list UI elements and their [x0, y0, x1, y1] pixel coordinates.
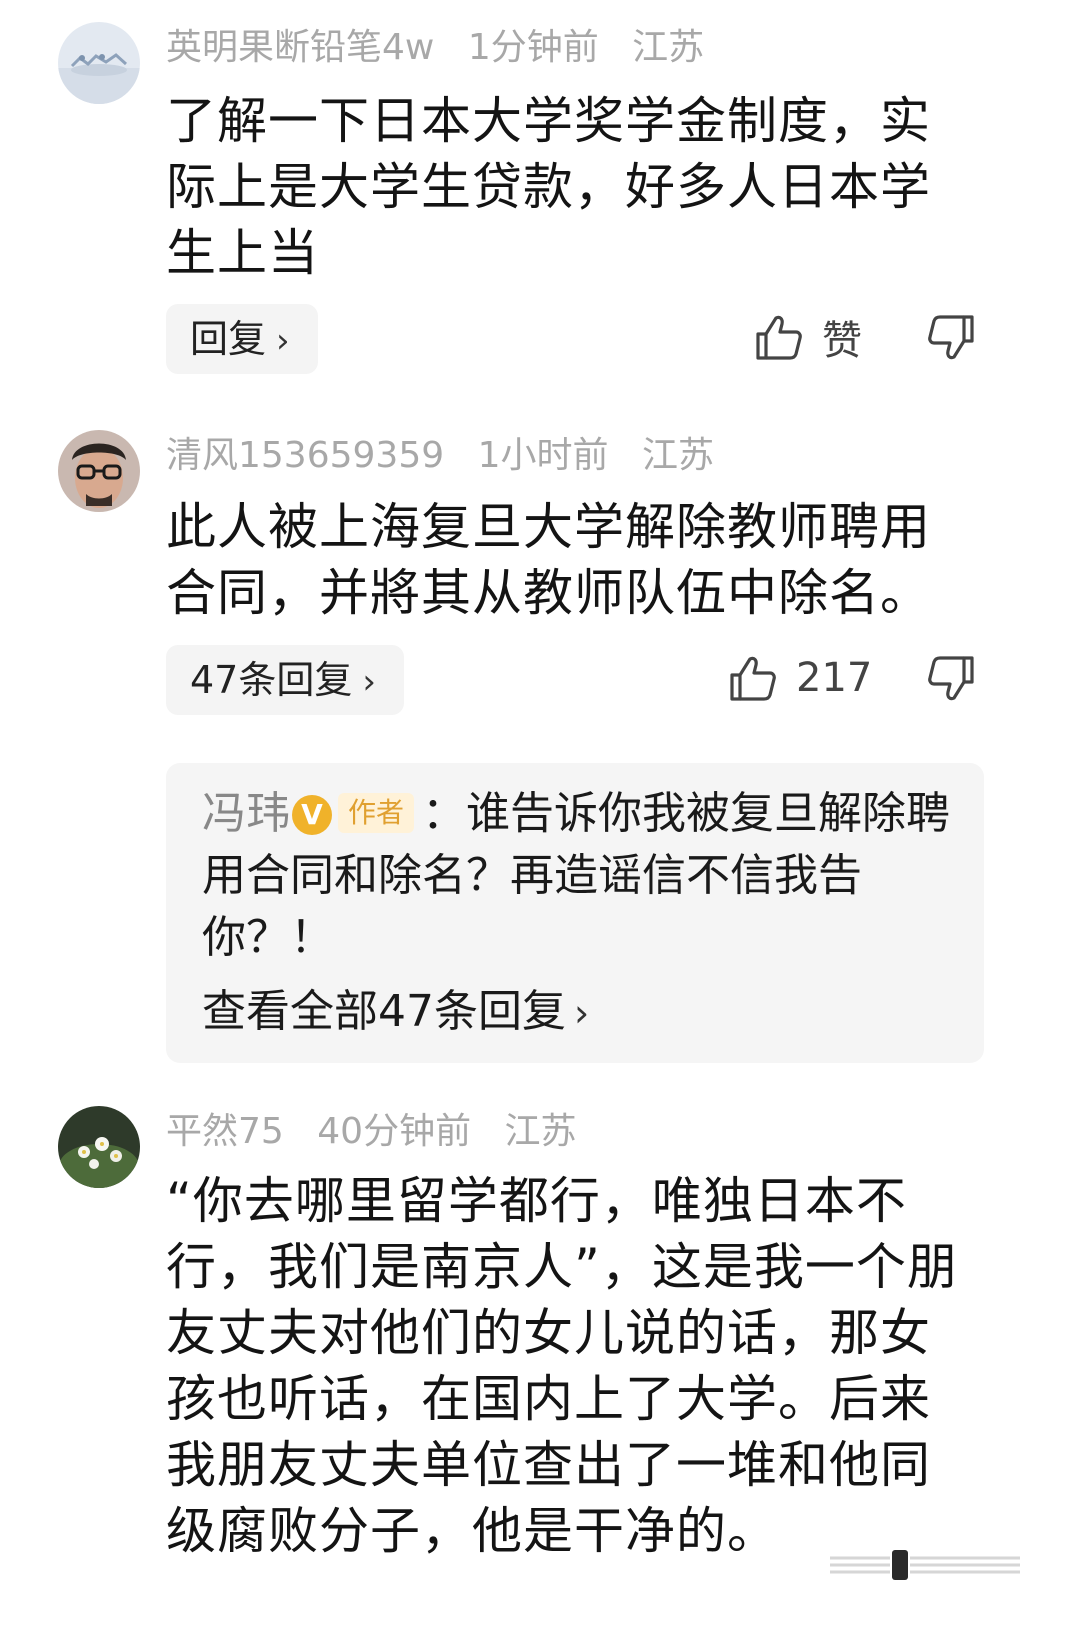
replies-button[interactable]: 47条回复 › — [166, 645, 404, 715]
avatar[interactable] — [58, 1106, 140, 1188]
username[interactable]: 英明果断铅笔4w — [166, 27, 434, 68]
like-count: 217 — [796, 655, 873, 701]
reply-label: 回复 — [190, 317, 267, 361]
flowers-avatar-image — [58, 1106, 140, 1188]
like-button[interactable]: 赞 — [754, 302, 862, 372]
comment-text: “你去哪里留学都行，唯独日本不行，我们是南京人”，这是我一个朋友丈夫对他们的女儿… — [166, 1172, 958, 1560]
comment-text: 此人被上海复旦大学解除教师聘用合同，并將其从教师队伍中除名。 — [166, 498, 931, 622]
chevron-right-icon: › — [362, 662, 376, 702]
thumbs-down-icon — [928, 315, 974, 360]
like-button[interactable]: 217 — [728, 643, 872, 713]
comment-meta: 清风153659359 1小时前 江苏 — [166, 434, 736, 478]
replies-count-label: 47条回复 — [190, 658, 353, 702]
avatar[interactable] — [58, 22, 140, 104]
dislike-button[interactable] — [926, 654, 980, 708]
comment-time: 40分钟前 — [317, 1111, 472, 1152]
reply-button[interactable]: 回复 › — [166, 304, 318, 374]
comment-text: 了解一下日本大学奖学金制度，实际上是大学生贷款，好多人日本学生上当 — [166, 92, 931, 282]
sub-reply-text: 冯玮 V 作者 ：谁告诉你我被复旦解除聘用合同和除名？再造谣信不信我告你？！ — [202, 783, 962, 969]
comment-meta: 英明果断铅笔4w 1分钟前 江苏 — [166, 26, 726, 70]
thumbs-up-icon — [756, 315, 802, 360]
sub-reply-box[interactable]: 冯玮 V 作者 ：谁告诉你我被复旦解除聘用合同和除名？再造谣信不信我告你？！ 查看全部… — [166, 763, 984, 1063]
comment-location: 江苏 — [641, 435, 714, 476]
verified-icon: V — [292, 795, 332, 835]
chevron-right-icon: › — [276, 321, 290, 361]
view-all-label: 查看全部47条回复 — [202, 986, 566, 1037]
scroll-handle-icon[interactable] — [830, 1548, 1020, 1582]
username[interactable]: 清风153659359 — [166, 435, 444, 476]
avatar[interactable] — [58, 430, 140, 512]
username[interactable]: 平然75 — [166, 1111, 284, 1152]
like-label: 赞 — [822, 318, 862, 364]
comment-location: 江苏 — [632, 27, 705, 68]
comment-meta: 平然75 40分钟前 江苏 — [166, 1110, 599, 1154]
thumbs-down-icon — [928, 656, 974, 701]
thumbs-up-icon — [730, 656, 776, 701]
man-glasses-avatar-image — [58, 430, 140, 512]
chevron-right-icon: › — [574, 991, 590, 1035]
landscape-avatar-image — [58, 22, 140, 104]
dislike-button[interactable] — [926, 313, 980, 367]
author-badge: 作者 — [338, 793, 415, 833]
sub-reply-author[interactable]: 冯玮 — [202, 788, 290, 839]
view-all-replies-link[interactable]: 查看全部47条回复 › — [202, 975, 589, 1039]
comment-location: 江苏 — [504, 1111, 577, 1152]
comment-time: 1小时前 — [477, 435, 609, 476]
comment-time: 1分钟前 — [467, 27, 599, 68]
